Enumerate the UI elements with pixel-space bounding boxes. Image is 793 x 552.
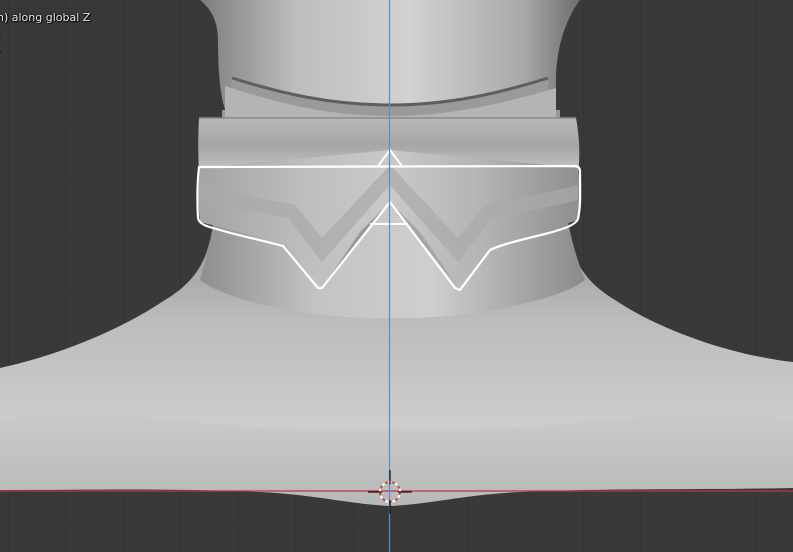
3d-viewport[interactable]: n) along global Z c 1 bbox=[0, 0, 793, 552]
viewport-scene bbox=[0, 0, 793, 552]
viewport-header-overlay: n) along global Z c 1 bbox=[0, 10, 90, 55]
operator-status-text: n) along global Z bbox=[0, 11, 91, 24]
info-line-1: c bbox=[0, 25, 90, 40]
info-line-2: 1 bbox=[0, 40, 90, 55]
